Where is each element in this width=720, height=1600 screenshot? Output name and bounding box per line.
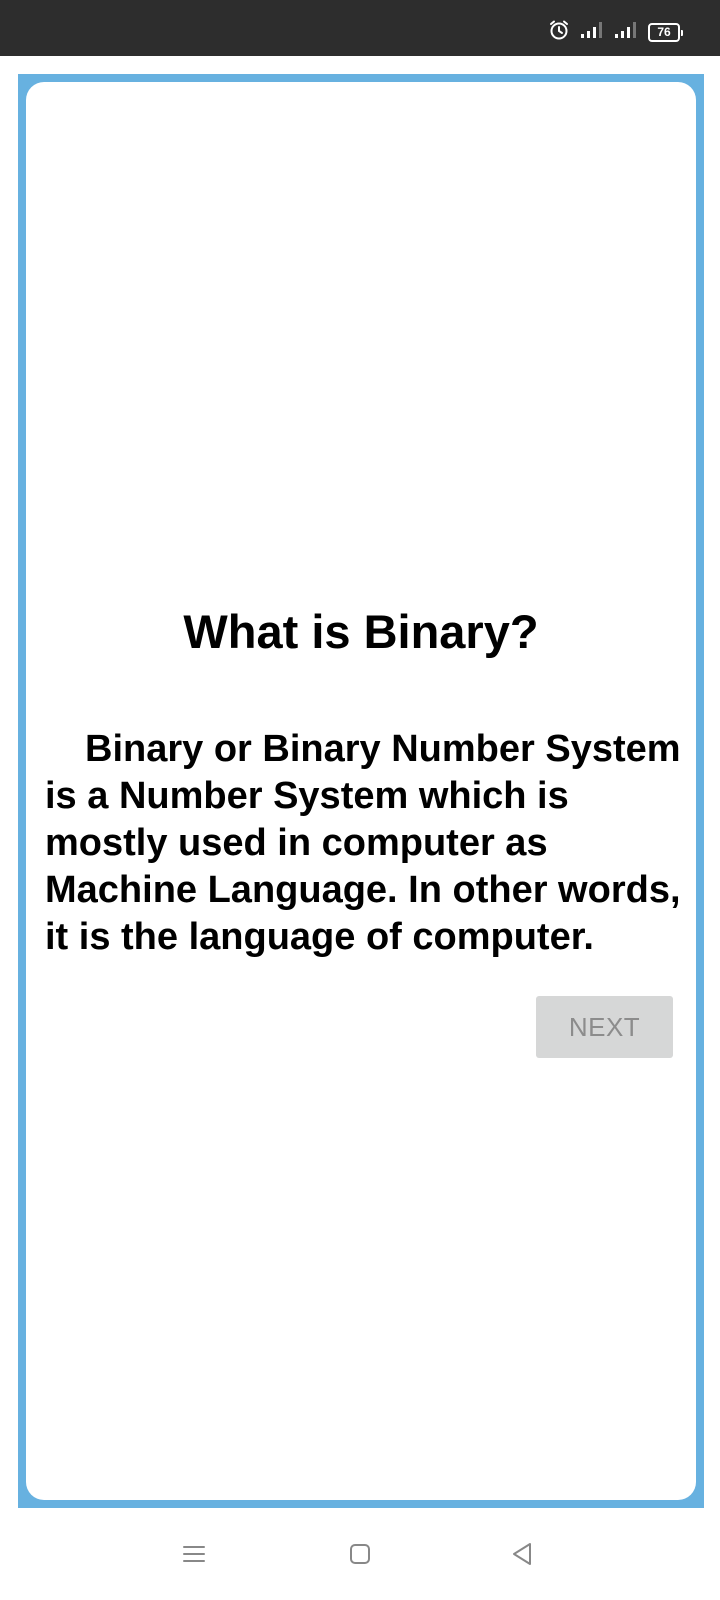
signal-icon bbox=[580, 20, 604, 45]
status-icons: 76 bbox=[548, 19, 683, 46]
home-icon[interactable] bbox=[340, 1534, 380, 1574]
signal-icon bbox=[614, 20, 638, 45]
lesson-frame: What is Binary? Binary or Binary Number … bbox=[18, 74, 704, 1508]
status-bar: 76 bbox=[0, 0, 720, 56]
next-button[interactable]: NEXT bbox=[536, 996, 673, 1058]
alarm-icon bbox=[548, 19, 570, 46]
lesson-title: What is Binary? bbox=[183, 605, 539, 658]
menu-icon[interactable] bbox=[174, 1534, 214, 1574]
battery-icon: 76 bbox=[648, 22, 683, 42]
lesson-body: Binary or Binary Number System is a Numb… bbox=[45, 726, 690, 961]
navigation-bar bbox=[0, 1508, 720, 1600]
lesson-card: What is Binary? Binary or Binary Number … bbox=[26, 82, 696, 1500]
lesson-body-text: Binary or Binary Number System is a Numb… bbox=[45, 728, 681, 958]
back-icon[interactable] bbox=[502, 1534, 542, 1574]
